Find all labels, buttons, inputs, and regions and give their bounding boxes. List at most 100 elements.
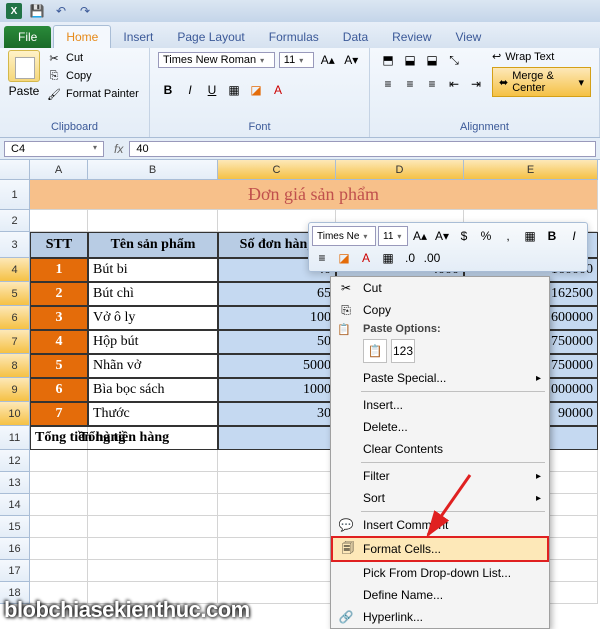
align-left-icon[interactable]: ≡ (378, 74, 398, 94)
cell[interactable] (218, 472, 336, 494)
mini-format-icon[interactable]: ▦ (520, 226, 540, 246)
menu-format-cells[interactable]: 🗐Format Cells... (331, 536, 549, 562)
menu-sort[interactable]: Sort▸ (331, 487, 549, 509)
tab-page-layout[interactable]: Page Layout (165, 26, 256, 48)
formula-bar[interactable]: 40 (129, 141, 596, 157)
header-stt[interactable]: STT (30, 232, 88, 258)
row-header[interactable]: 6 (0, 306, 30, 330)
indent-increase-icon[interactable]: ⇥ (466, 74, 486, 94)
cell[interactable] (30, 450, 88, 472)
tab-insert[interactable]: Insert (111, 26, 165, 48)
mini-shrink-font-icon[interactable]: A▾ (432, 226, 452, 246)
cell[interactable] (30, 472, 88, 494)
align-middle-icon[interactable]: ⬓ (400, 50, 420, 70)
cell-stt[interactable]: 6 (30, 378, 88, 402)
row-header[interactable]: 1 (0, 180, 30, 210)
cell-stt[interactable]: 4 (30, 330, 88, 354)
cell-so[interactable]: 65 (218, 282, 336, 306)
menu-hyperlink[interactable]: 🔗Hyperlink... (331, 606, 549, 628)
cell-stt[interactable]: 3 (30, 306, 88, 330)
cell[interactable] (88, 494, 218, 516)
menu-delete[interactable]: Delete... (331, 416, 549, 438)
name-box[interactable]: C4▾ (4, 141, 104, 157)
cell-ten[interactable]: Bìa bọc sách (88, 378, 218, 402)
cell-stt[interactable]: 5 (30, 354, 88, 378)
column-header[interactable]: C (218, 160, 336, 180)
menu-paste-special[interactable]: Paste Special...▸ (331, 367, 549, 389)
align-top-icon[interactable]: ⬒ (378, 50, 398, 70)
mini-grow-font-icon[interactable]: A▴ (410, 226, 430, 246)
redo-icon[interactable]: ↷ (76, 2, 94, 20)
tab-formulas[interactable]: Formulas (257, 26, 331, 48)
file-tab[interactable]: File (4, 26, 51, 48)
italic-button[interactable]: I (180, 80, 200, 100)
row-header[interactable]: 4 (0, 258, 30, 282)
wrap-text-button[interactable]: ↩Wrap Text (492, 50, 591, 63)
row-header[interactable]: 17 (0, 560, 30, 582)
cut-button[interactable]: ✂Cut (46, 50, 139, 66)
cell-so[interactable]: 100 (218, 306, 336, 330)
cell[interactable] (218, 516, 336, 538)
cell[interactable] (30, 560, 88, 582)
fx-icon[interactable]: fx (108, 142, 129, 156)
row-header[interactable]: 14 (0, 494, 30, 516)
cell[interactable] (88, 472, 218, 494)
row-header[interactable]: 12 (0, 450, 30, 472)
align-center-icon[interactable]: ≡ (400, 74, 420, 94)
row-header[interactable]: 15 (0, 516, 30, 538)
cell[interactable] (88, 516, 218, 538)
fill-color-button[interactable]: ◪ (246, 80, 266, 100)
cell[interactable] (88, 450, 218, 472)
cell-ten[interactable]: Bút chì (88, 282, 218, 306)
menu-clear-contents[interactable]: Clear Contents (331, 438, 549, 460)
mini-dec-decimal-icon[interactable]: .0 (400, 248, 420, 268)
cell-so[interactable]: 1000 (218, 378, 336, 402)
menu-cut[interactable]: ✂Cut (331, 277, 549, 299)
column-header[interactable]: E (464, 160, 598, 180)
cell-so[interactable]: 30 (218, 402, 336, 426)
menu-insert[interactable]: Insert... (331, 394, 549, 416)
undo-icon[interactable]: ↶ (52, 2, 70, 20)
cell-so[interactable]: 50 (218, 330, 336, 354)
mini-border-icon[interactable]: ▦ (378, 248, 398, 268)
cell[interactable] (88, 538, 218, 560)
bold-button[interactable]: B (158, 80, 178, 100)
select-all-corner[interactable] (0, 160, 30, 180)
cell-so[interactable]: 5000 (218, 354, 336, 378)
tab-view[interactable]: View (444, 26, 494, 48)
cell[interactable] (88, 210, 218, 232)
menu-define-name[interactable]: Define Name... (331, 584, 549, 606)
font-color-button[interactable]: A (268, 80, 288, 100)
mini-italic-button[interactable]: I (564, 226, 584, 246)
font-name-combo[interactable]: Times New Roman▾ (158, 52, 275, 68)
copy-button[interactable]: ⎘Copy (46, 68, 139, 84)
grow-font-icon[interactable]: A▴ (318, 50, 337, 70)
align-right-icon[interactable]: ≡ (422, 74, 442, 94)
indent-decrease-icon[interactable]: ⇤ (444, 74, 464, 94)
mini-comma-icon[interactable]: , (498, 226, 518, 246)
cell-ten[interactable]: Hộp bút (88, 330, 218, 354)
row-header[interactable]: 10 (0, 402, 30, 426)
paste-button[interactable]: Paste (8, 50, 40, 119)
cell[interactable] (218, 450, 336, 472)
mini-bold-button[interactable]: B (542, 226, 562, 246)
tab-review[interactable]: Review (380, 26, 443, 48)
underline-button[interactable]: U (202, 80, 222, 100)
menu-copy[interactable]: ⎘Copy (331, 299, 549, 321)
cell[interactable] (218, 538, 336, 560)
cell[interactable] (30, 516, 88, 538)
mini-size-combo[interactable]: 11▾ (378, 226, 408, 246)
mini-align-icon[interactable]: ≡ (312, 248, 332, 268)
row-header[interactable]: 9 (0, 378, 30, 402)
cell[interactable] (30, 538, 88, 560)
title-cell[interactable]: Đơn giá sản phẩm (30, 180, 598, 210)
header-ten[interactable]: Tên sản phẩm (88, 232, 218, 258)
merge-center-button[interactable]: ⬌Merge & Center▾ (492, 67, 591, 97)
cell[interactable] (218, 560, 336, 582)
row-header[interactable]: 13 (0, 472, 30, 494)
cell-stt[interactable]: 7 (30, 402, 88, 426)
mini-font-color-icon[interactable]: A (356, 248, 376, 268)
mini-font-combo[interactable]: Times Ne▾ (312, 226, 376, 246)
cell-ten[interactable]: Nhãn vở (88, 354, 218, 378)
shrink-font-icon[interactable]: A▾ (342, 50, 361, 70)
